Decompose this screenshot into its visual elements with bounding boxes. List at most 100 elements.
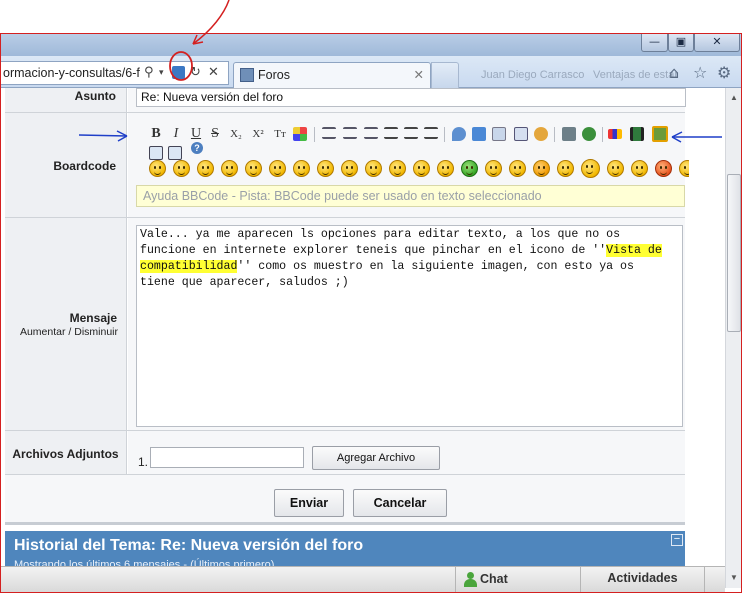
smiley-icon[interactable] [317, 160, 334, 177]
boardcode-row: Boardcode B I U S X₂ X² Tт ? Ayuda BBCod… [5, 113, 689, 218]
faded-link-2: Ventajas de estar [593, 69, 679, 81]
activities-button[interactable]: Actividades [581, 567, 705, 592]
message-textarea[interactable]: Vale... ya me aparecen ls opciones para … [136, 225, 683, 427]
scroll-up-icon[interactable]: ▲ [726, 90, 742, 106]
smiley-icon[interactable] [631, 160, 648, 177]
users-icon[interactable] [534, 127, 548, 141]
favorites-star-icon[interactable]: ☆ [693, 63, 707, 82]
chat-label: Chat [480, 572, 508, 586]
maximize-button[interactable]: ▣ [668, 34, 694, 52]
smiley-icon[interactable] [485, 160, 502, 177]
file-input[interactable] [150, 447, 304, 468]
smiley-icon[interactable] [197, 160, 214, 177]
smiley-icon[interactable] [557, 160, 574, 177]
smiley-icon[interactable] [293, 160, 310, 177]
home-icon[interactable]: ⌂ [669, 63, 679, 82]
tab-foros[interactable]: Foros ✕ [233, 62, 431, 88]
minimize-button[interactable]: — [641, 34, 668, 52]
smiley-icon[interactable] [269, 160, 286, 177]
smiley-icon[interactable] [221, 160, 238, 177]
person-icon [464, 572, 477, 587]
toolbar-separator [554, 127, 555, 142]
flash-icon[interactable] [652, 126, 668, 142]
smiley-icon[interactable] [509, 160, 526, 177]
boardcode-label: Boardcode [5, 113, 127, 217]
bbcode-help-bar: Ayuda BBCode - Pista: BBCode puede ser u… [136, 185, 685, 207]
smiley-icon[interactable] [437, 160, 454, 177]
smiley-icon[interactable] [173, 160, 190, 177]
window-icon[interactable] [514, 127, 528, 141]
strike-button[interactable]: S [209, 126, 221, 142]
browser-navbar: ormacion-y-consultas/6-f ⚲ ▾ ↻ ✕ Foros ✕… [1, 56, 742, 88]
color-palette-icon[interactable] [293, 127, 307, 141]
submit-button[interactable]: Enviar [274, 489, 344, 517]
table-icon[interactable] [492, 127, 506, 141]
add-file-button[interactable]: Agregar Archivo [312, 446, 440, 470]
smiley-icon[interactable] [149, 160, 166, 177]
align-center-icon[interactable] [404, 127, 418, 139]
split-icon[interactable] [168, 146, 182, 160]
gear-icon[interactable]: ⚙ [717, 63, 731, 82]
smiley-icon[interactable] [607, 160, 624, 177]
smiley-icon[interactable] [365, 160, 382, 177]
subject-input[interactable]: Re: Nueva versión del foro [136, 88, 686, 107]
message-row: Mensaje Aumentar / Disminuir Vale... ya … [5, 218, 685, 431]
font-size-button[interactable]: Tт [272, 126, 288, 142]
stop-icon[interactable]: ✕ [208, 62, 219, 84]
green-smiley-icon[interactable] [461, 160, 478, 177]
video-icon[interactable] [630, 127, 644, 141]
bullet-list-icon[interactable] [322, 127, 336, 139]
smiley-icon[interactable] [341, 160, 358, 177]
align-right-icon[interactable] [424, 127, 438, 139]
bbcode-toolbar: B I U S X₂ X² Tт [146, 126, 686, 144]
underline-button[interactable]: U [190, 126, 202, 142]
cancel-button[interactable]: Cancelar [353, 489, 447, 517]
increase-link[interactable]: Aumentar [20, 326, 66, 338]
search-icon[interactable]: ⚲ [144, 62, 154, 84]
code-icon[interactable] [472, 127, 486, 141]
collapse-icon[interactable]: − [671, 534, 683, 546]
dropdown-arrow-icon[interactable]: ▾ [159, 62, 164, 84]
window-titlebar: — ▣ ✕ [1, 34, 742, 56]
scroll-down-icon[interactable]: ▼ [726, 570, 742, 586]
screenshot-root: — ▣ ✕ ormacion-y-consultas/6-f ⚲ ▾ ↻ ✕ F… [0, 0, 743, 593]
devil-smiley-icon[interactable] [655, 160, 672, 177]
ebay-icon[interactable] [608, 129, 622, 139]
new-tab-button[interactable] [431, 62, 459, 88]
close-window-button[interactable]: ✕ [694, 34, 740, 52]
bold-button[interactable]: B [150, 126, 162, 142]
vertical-scrollbar[interactable]: ▲ ▼ [725, 88, 742, 588]
subject-label: Asunto [5, 88, 127, 112]
help-icon[interactable]: ? [191, 142, 203, 154]
bottom-bar: Chat Actividades [1, 566, 725, 592]
message-label-cell: Mensaje Aumentar / Disminuir [5, 218, 127, 430]
superscript-button[interactable]: X² [250, 126, 266, 142]
smiley-icon[interactable] [533, 160, 550, 177]
subscript-button[interactable]: X₂ [228, 126, 244, 142]
italic-button[interactable]: I [170, 126, 182, 142]
address-bar[interactable]: ormacion-y-consultas/6-f ⚲ ▾ ↻ ✕ [1, 61, 229, 85]
refresh-icon[interactable]: ↻ [190, 62, 201, 84]
smiley-icon[interactable] [245, 160, 262, 177]
scroll-thumb[interactable] [727, 174, 741, 332]
numbered-list-icon[interactable] [343, 127, 357, 139]
align-left-icon[interactable] [384, 127, 398, 139]
columns-icon[interactable] [149, 146, 163, 160]
smiley-icon[interactable] [389, 160, 406, 177]
chat-button[interactable]: Chat [455, 567, 581, 592]
link-separator: / [65, 326, 75, 338]
faded-link-1: Juan Diego Carrasco [481, 69, 585, 81]
list-item-icon[interactable] [364, 127, 378, 139]
decrease-link[interactable]: Disminuir [74, 326, 118, 338]
page-favicon-icon [240, 68, 254, 82]
close-tab-icon[interactable]: ✕ [414, 63, 424, 87]
toolbar-separator [444, 127, 445, 142]
smiley-icon[interactable] [413, 160, 430, 177]
compatibility-view-icon[interactable] [172, 66, 185, 79]
subject-cell: Re: Nueva versión del foro [128, 88, 686, 112]
big-grin-smiley-icon[interactable] [581, 159, 600, 178]
image-icon[interactable] [562, 127, 576, 141]
quote-icon[interactable] [452, 127, 466, 141]
link-icon[interactable] [582, 127, 596, 141]
smiley-icon[interactable] [679, 160, 689, 177]
